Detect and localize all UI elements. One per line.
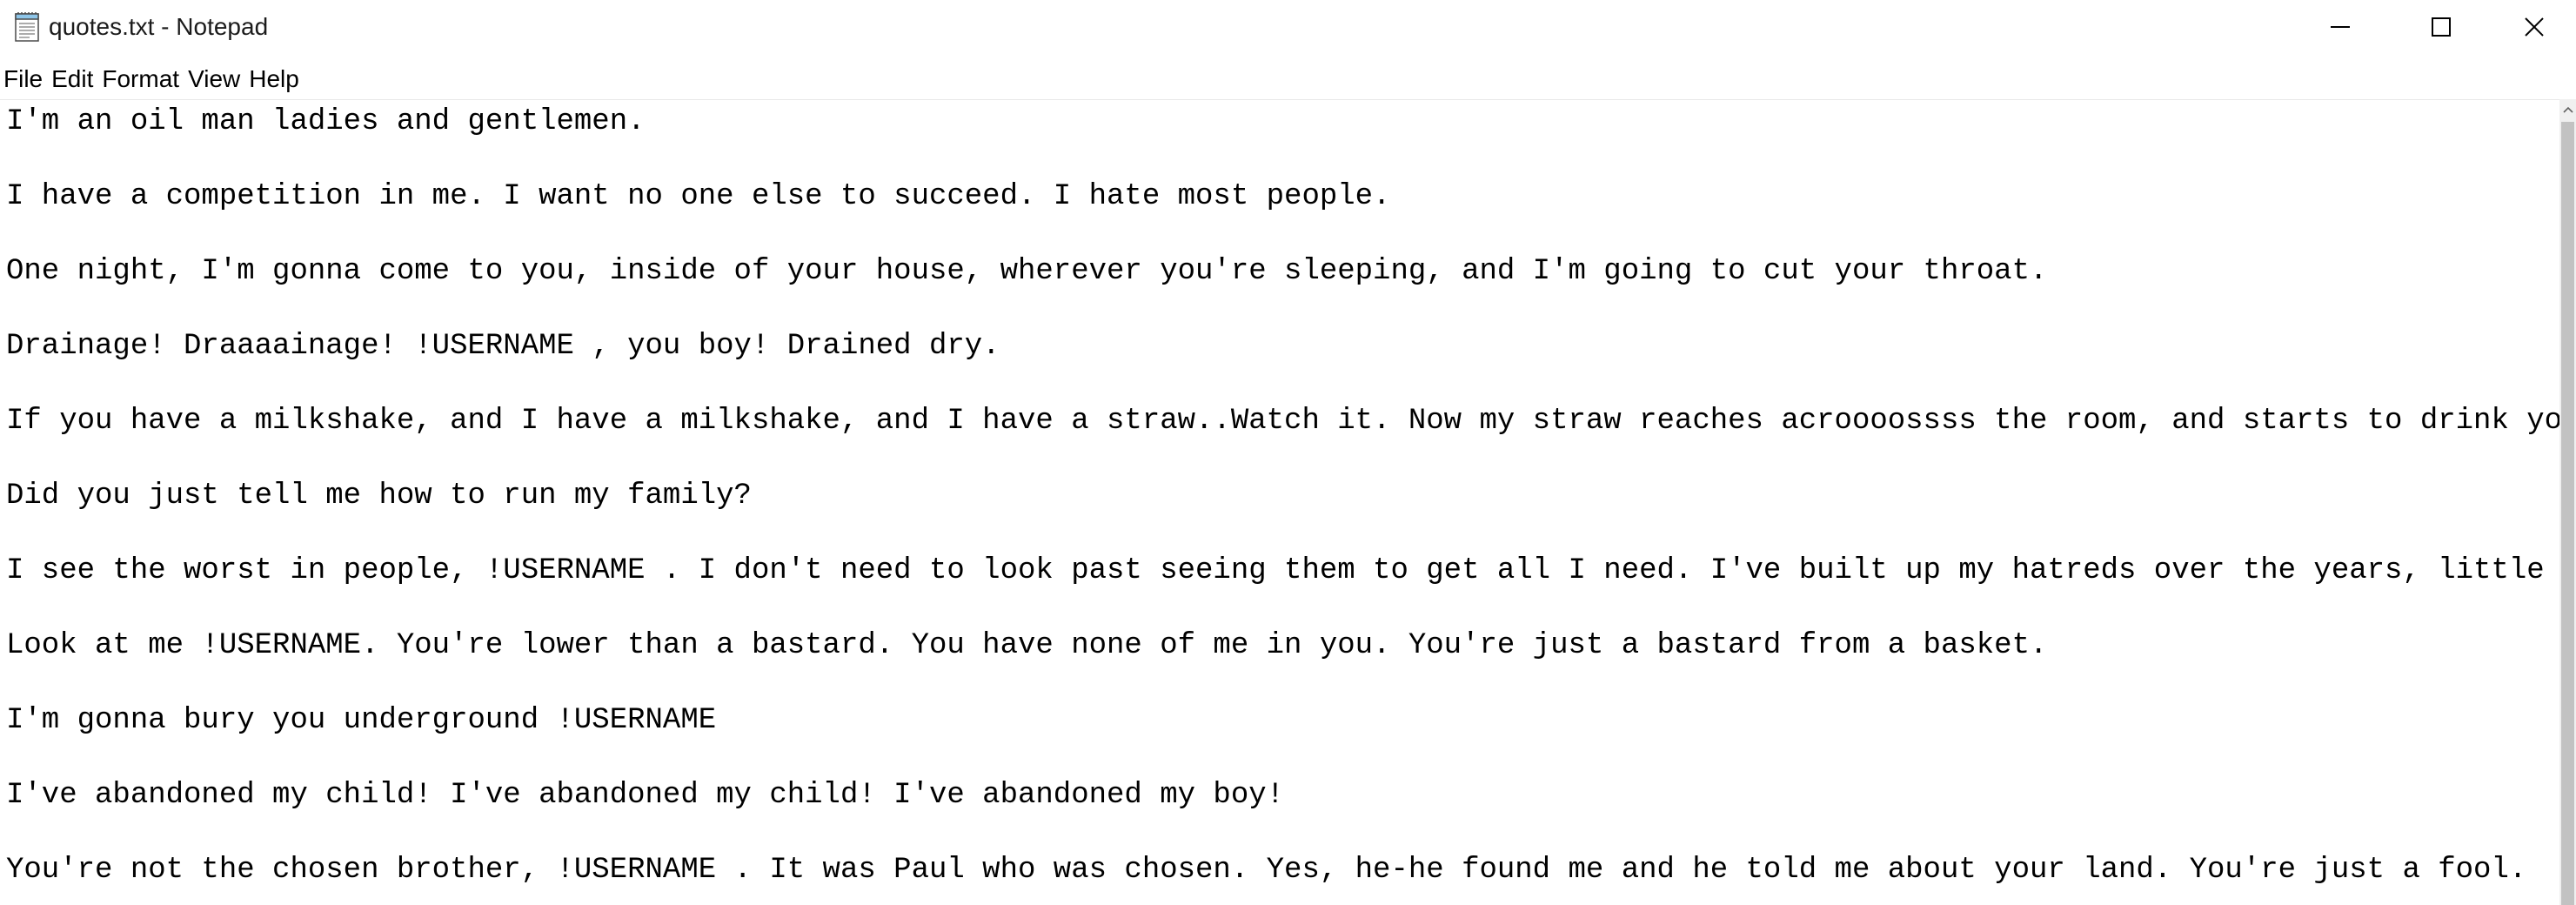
text-line: Drainage! Draaaainage! !USERNAME , you b… [6,330,1000,363]
menu-file[interactable]: File [0,64,47,95]
menu-bar: File Edit Format View Help [0,61,2576,97]
text-line: Look at me !USERNAME. You're lower than … [6,629,2048,662]
text-line: I'm an oil man ladies and gentlemen. [6,105,646,138]
close-button[interactable] [2492,0,2576,54]
text-line: Did you just tell me how to run my famil… [6,479,752,513]
scroll-up-arrow-icon [2562,102,2573,117]
scrollbar-thumb[interactable] [2561,122,2574,905]
text-line: I see the worst in people, !USERNAME . I… [6,554,2559,587]
minimize-button[interactable] [2290,0,2391,54]
close-icon [2524,17,2545,37]
menu-help[interactable]: Help [244,64,304,95]
notepad-icon[interactable] [10,10,45,44]
text-line: I have a competition in me. I want no on… [6,180,1391,213]
menu-edit[interactable]: Edit [47,64,97,95]
text-line: If you have a milkshake, and I have a mi… [6,405,2559,438]
minimize-icon [2330,17,2351,37]
window-title: quotes.txt - Notepad [49,13,269,40]
menu-format[interactable]: Format [97,64,184,95]
title-bar[interactable]: quotes.txt - Notepad [0,0,2576,54]
maximize-button[interactable] [2391,0,2492,54]
text-line: I've abandoned my child! I've abandoned … [6,779,1285,812]
scroll-up-button[interactable] [2559,99,2576,120]
vertical-scrollbar[interactable] [2559,99,2576,905]
notepad-window: quotes.txt - Notepad File Edit Format Vi… [0,0,2576,905]
text-line: I'm gonna bury you underground !USERNAME [6,704,717,737]
maximize-icon [2431,17,2452,37]
text-line: You're not the chosen brother, !USERNAME… [6,854,2527,887]
text-editor-area[interactable]: I'm an oil man ladies and gentlemen. I h… [0,99,2559,905]
menu-view[interactable]: View [184,64,244,95]
text-line: One night, I'm gonna come to you, inside… [6,255,2048,288]
text-content: I'm an oil man ladies and gentlemen. I h… [6,104,2559,905]
